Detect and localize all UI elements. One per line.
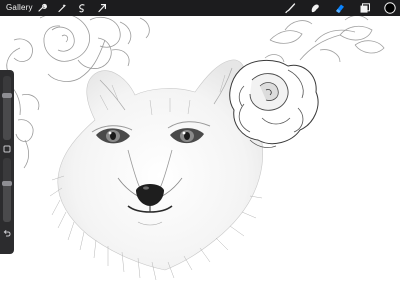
modify-square-icon[interactable]: [2, 144, 12, 154]
wrench-icon[interactable]: [36, 2, 48, 14]
top-right-leaves: [264, 15, 385, 63]
opacity-handle[interactable]: [2, 181, 12, 187]
brush-icon[interactable]: [284, 2, 296, 14]
drawing-canvas[interactable]: [0, 0, 400, 300]
sketch-artwork: [4, 12, 385, 281]
brush-size-slider[interactable]: [2, 76, 12, 140]
opacity-slider[interactable]: [2, 158, 12, 222]
color-swatch-icon[interactable]: [384, 2, 396, 14]
opacity-fill: [3, 182, 11, 222]
transform-arrow-icon[interactable]: [96, 2, 108, 14]
adjustments-wand-icon[interactable]: [56, 2, 68, 14]
smudge-icon[interactable]: [309, 2, 321, 14]
layers-icon[interactable]: [359, 2, 371, 14]
brush-size-fill: [3, 93, 11, 140]
undo-arrow-icon[interactable]: [2, 228, 12, 238]
gallery-button[interactable]: Gallery: [6, 2, 33, 14]
left-sidebar: [0, 70, 14, 254]
selection-icon[interactable]: [76, 2, 88, 14]
brush-size-handle[interactable]: [2, 92, 12, 98]
eraser-icon[interactable]: [334, 2, 346, 14]
top-toolbar: Gallery: [0, 0, 400, 16]
